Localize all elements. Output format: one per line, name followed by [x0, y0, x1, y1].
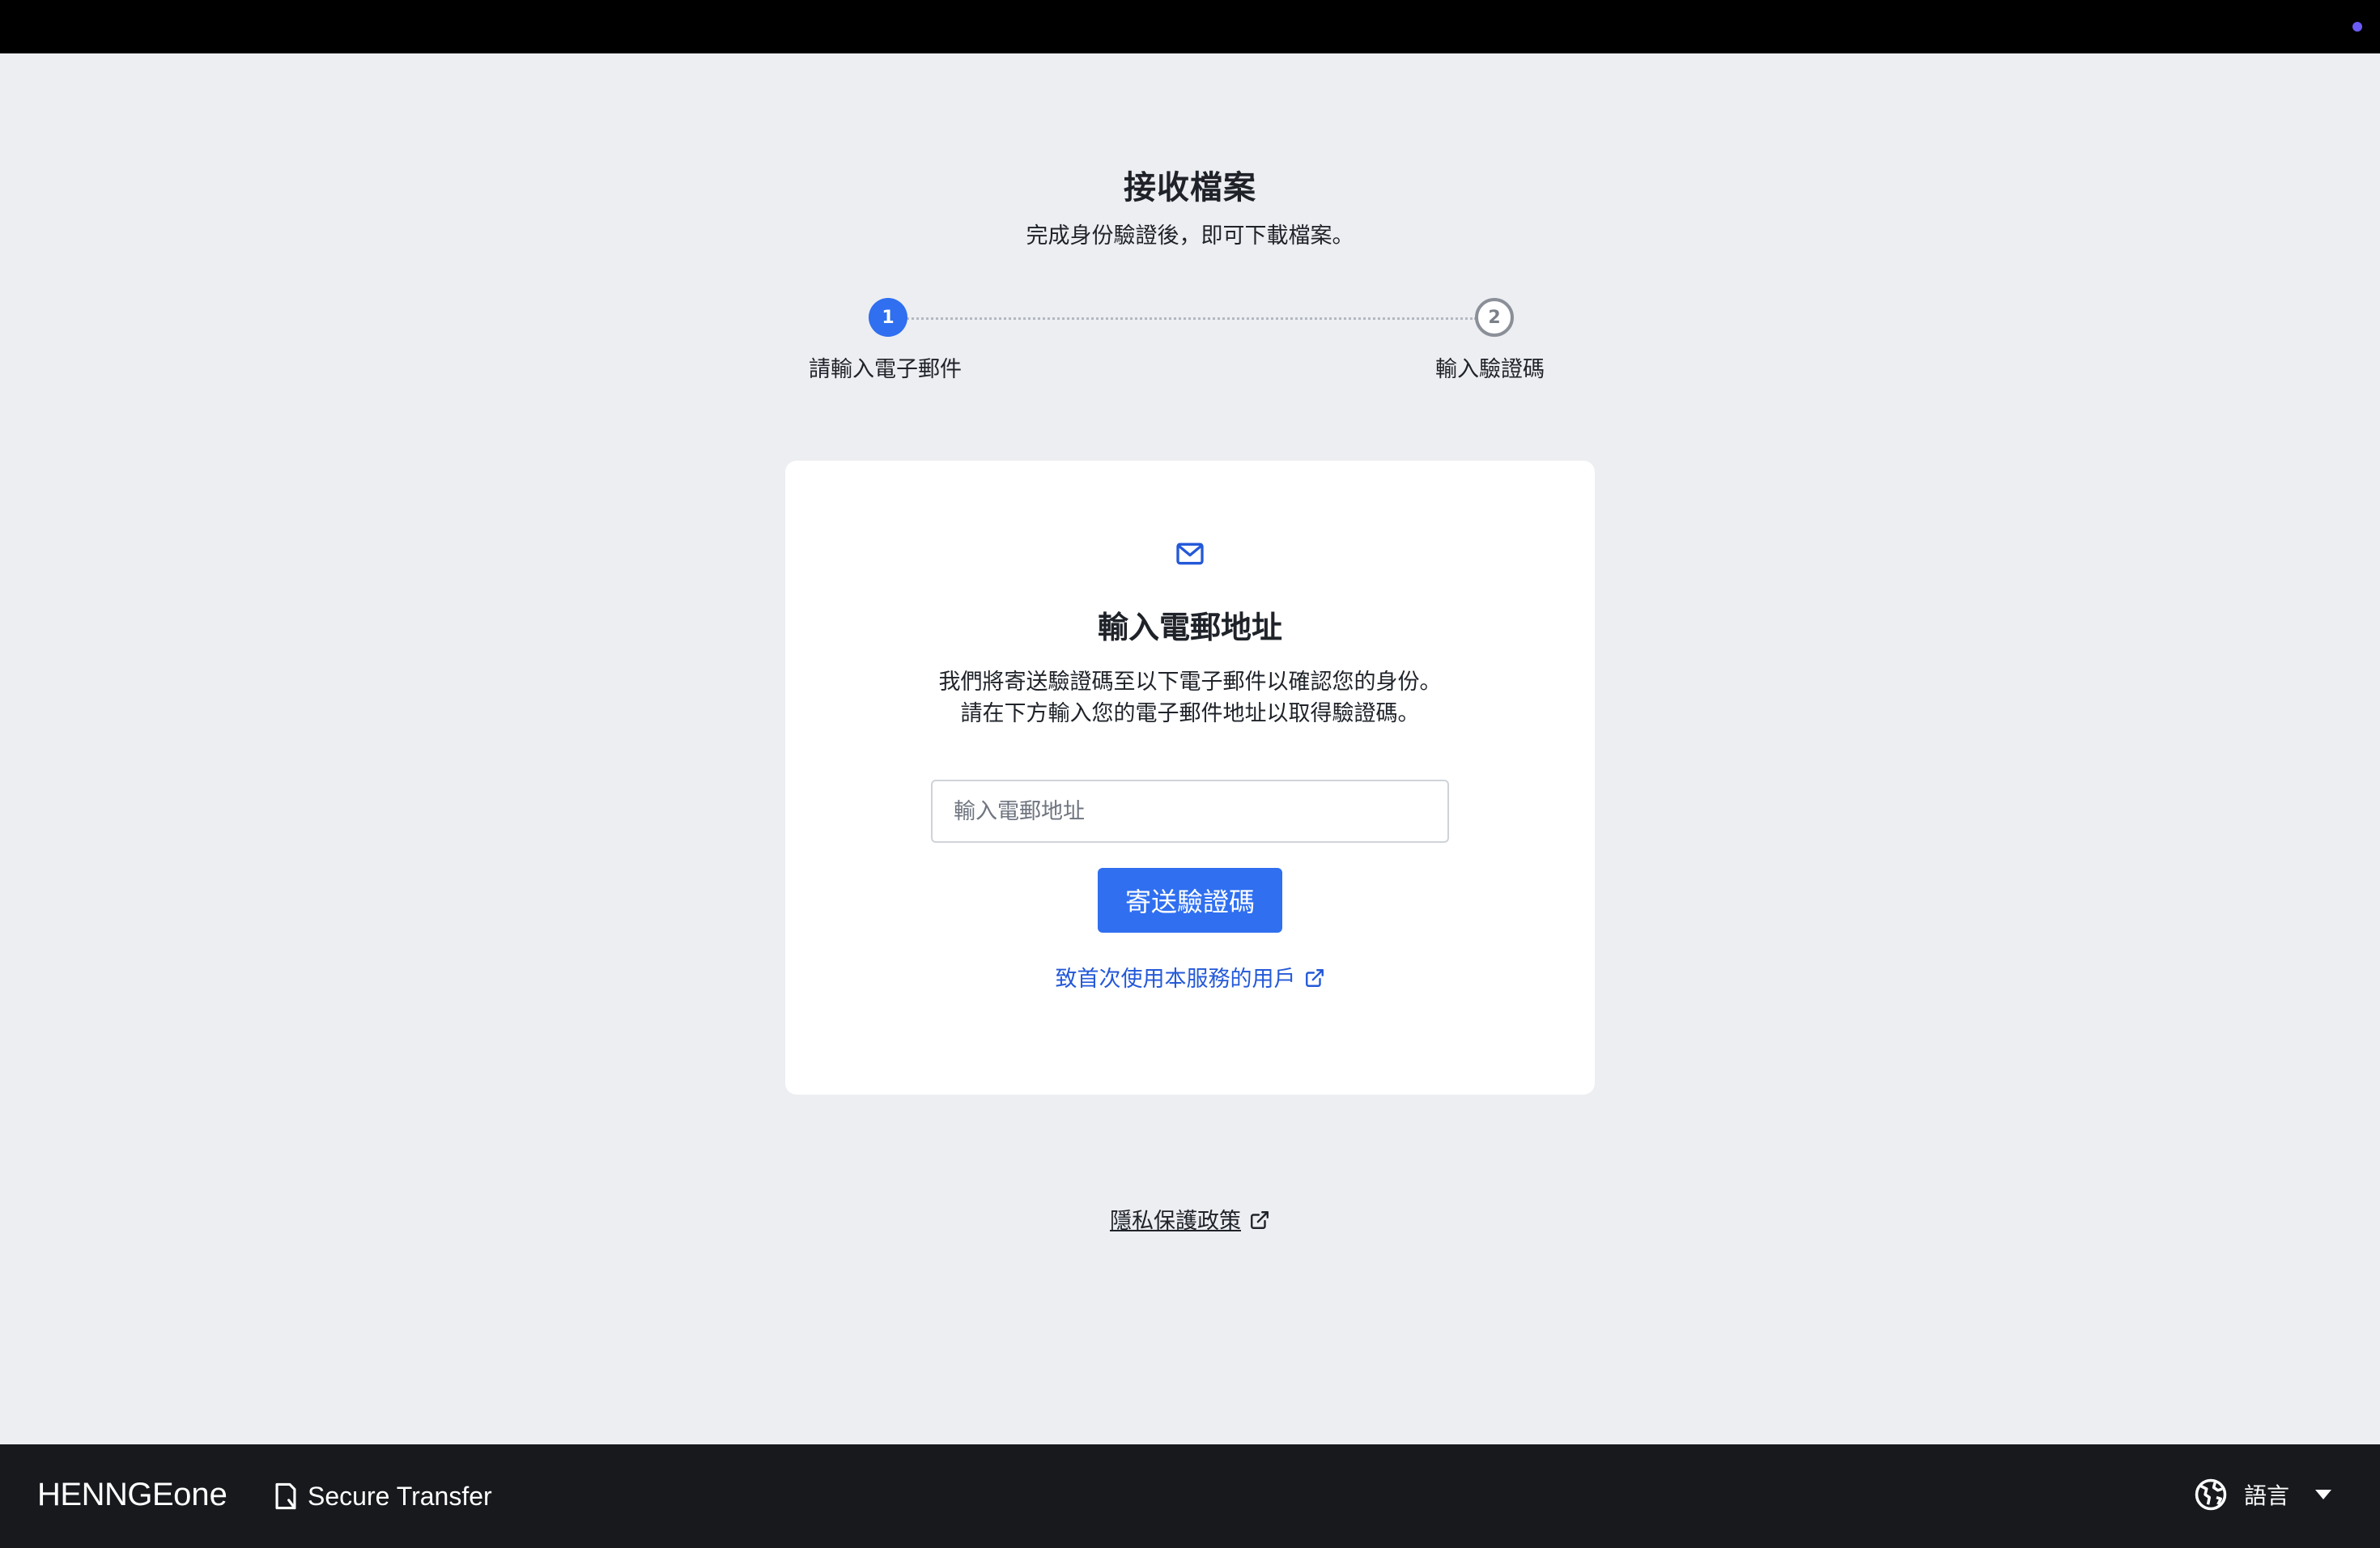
external-link-icon — [1251, 1210, 1269, 1229]
chevron-down-icon — [2315, 1490, 2331, 1499]
page-subtitle: 完成身份驗證後，即可下載檔案。 — [1026, 223, 1354, 249]
card-title: 輸入電郵地址 — [1097, 610, 1282, 645]
logo-text-part2: one — [173, 1477, 227, 1512]
page-title: 接收檔案 — [1124, 169, 1256, 206]
stepper: 1 2 請輸入電子郵件 輸入驗證碼 — [777, 296, 1587, 393]
stepper-connector — [888, 317, 1477, 320]
email-card: 輸入電郵地址 我們將寄送驗證碼至以下電子郵件以確認您的身份。 請在下方輸入您的電… — [785, 461, 1595, 1095]
privacy-policy-link[interactable]: 隱私保護政策 — [1110, 1209, 1241, 1234]
first-time-user-link-label: 致首次使用本服務的用戶 — [1055, 967, 1296, 992]
product-name: Secure Transfer — [308, 1481, 492, 1511]
product-label: Secure Transfer — [274, 1480, 492, 1512]
email-input[interactable] — [931, 780, 1449, 843]
secure-transfer-icon — [275, 1482, 296, 1510]
card-description-line-1: 我們將寄送驗證碼至以下電子郵件以確認您的身份。 — [938, 670, 1442, 695]
henngeone-logo: HENNGEone — [37, 1477, 227, 1513]
language-label: 語言 — [2243, 1482, 2289, 1509]
logo-text-part1: HENNGE — [37, 1477, 174, 1512]
globe-icon — [2195, 1478, 2227, 1511]
mail-icon — [1176, 542, 1204, 565]
main-content: 接收檔案 完成身份驗證後，即可下載檔案。 1 2 請輸入電子郵件 輸入驗證碼 輸… — [0, 53, 2380, 1444]
privacy-policy: 隱私保護政策 — [0, 1203, 2380, 1235]
first-time-user-link[interactable]: 致首次使用本服務的用戶 — [785, 961, 1595, 993]
step-1-label: 請輸入電子郵件 — [809, 357, 962, 382]
step-1-indicator: 1 — [869, 298, 907, 337]
footer: HENNGEone Secure Transfer 語言 — [0, 1444, 2380, 1548]
status-dot — [2352, 22, 2362, 32]
card-description: 我們將寄送驗證碼至以下電子郵件以確認您的身份。 請在下方輸入您的電子郵件地址以取… — [785, 666, 1595, 729]
step-2-indicator: 2 — [1475, 298, 1514, 337]
external-link-icon — [1305, 968, 1324, 987]
top-bar — [0, 0, 2380, 53]
step-2-label: 輸入驗證碼 — [1435, 357, 1545, 382]
send-code-button[interactable]: 寄送驗證碼 — [1098, 868, 1282, 933]
language-selector[interactable]: 語言 — [2194, 1477, 2331, 1512]
card-description-line-2: 請在下方輸入您的電子郵件地址以取得驗證碼。 — [960, 701, 1420, 726]
